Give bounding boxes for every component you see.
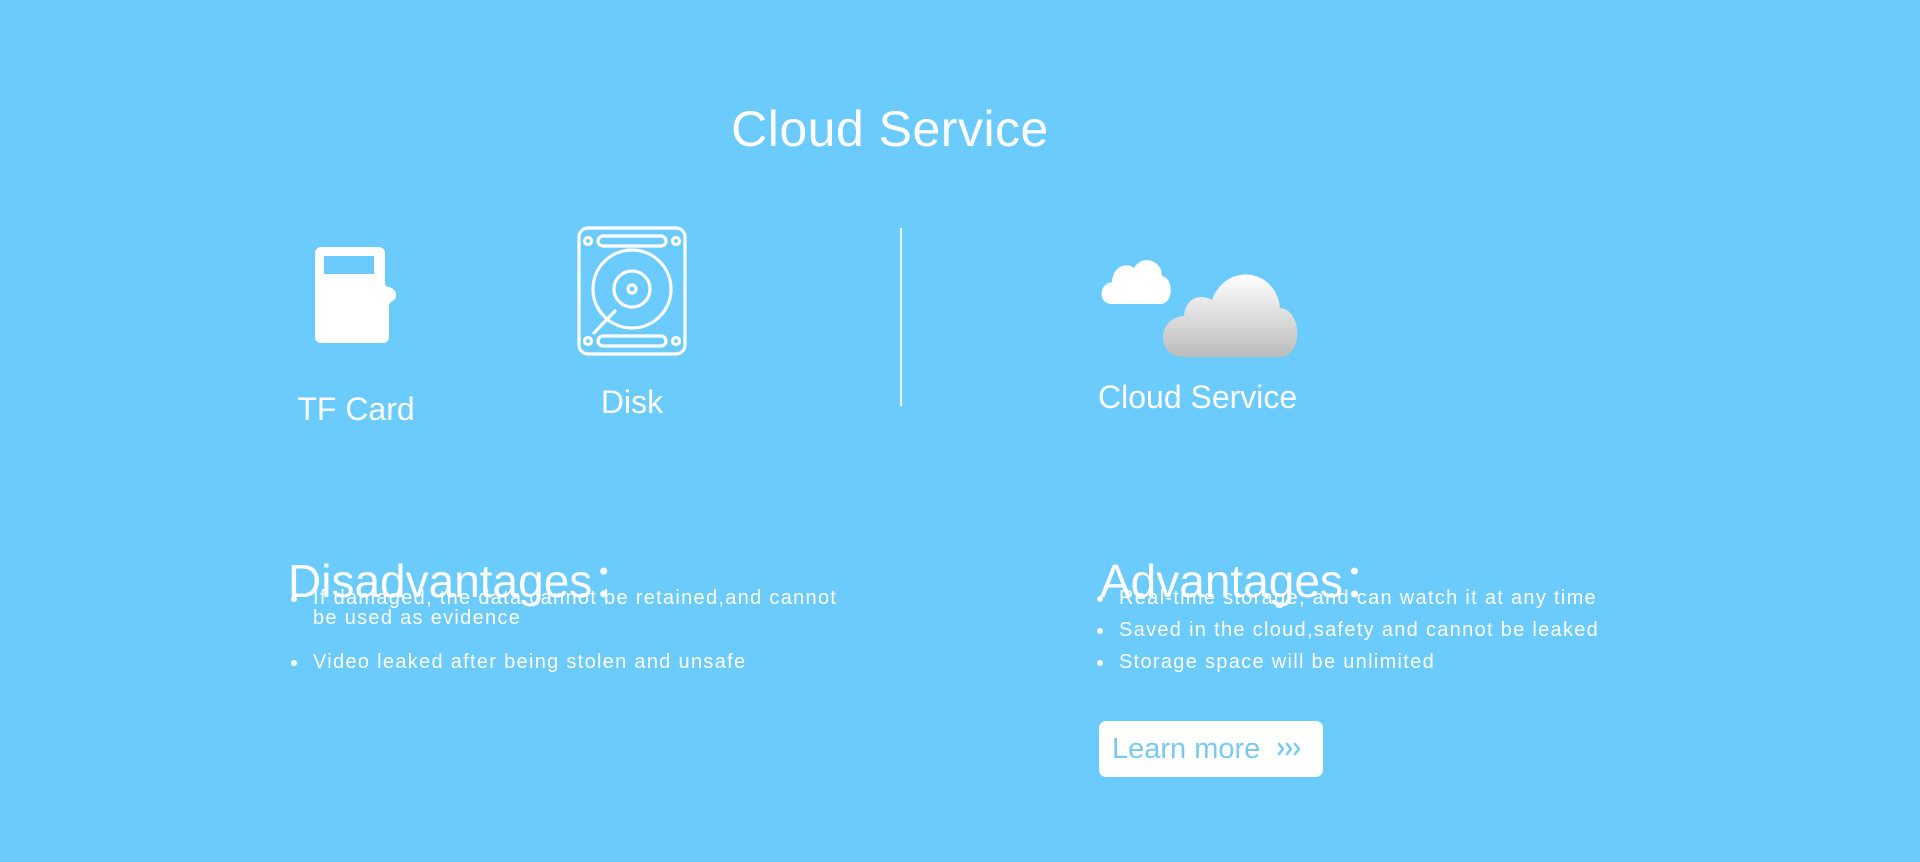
learn-more-label: Learn more	[1112, 732, 1261, 765]
disadvantages-list: If damaged, the data cannot be retained,…	[288, 588, 848, 672]
learn-more-button[interactable]: Learn more	[1099, 721, 1323, 777]
cloud-service-label: Cloud Service	[1098, 379, 1298, 415]
tf-card-label: TF Card	[297, 391, 415, 427]
cloud-icon	[1101, 260, 1298, 357]
disadvantage-item: If damaged, the data cannot be retained,…	[288, 588, 848, 628]
tf-card-option: TF Card	[288, 240, 424, 427]
disk-label: Disk	[600, 384, 664, 420]
section-divider	[900, 228, 902, 406]
advantages-list: Real-time storage, and can watch it at a…	[1094, 588, 1599, 672]
advantage-item: Storage space will be unlimited	[1094, 652, 1599, 672]
tf-card-icon	[315, 247, 396, 343]
advantage-item: Saved in the cloud,safety and cannot be …	[1094, 620, 1599, 640]
disk-option: Disk	[562, 226, 702, 420]
cloud-service-option: Cloud Service	[1098, 246, 1298, 415]
hard-disk-icon	[577, 226, 687, 356]
advantage-item: Real-time storage, and can watch it at a…	[1094, 588, 1599, 608]
disadvantage-item: Video leaked after being stolen and unsa…	[288, 652, 848, 672]
page-title: Cloud Service	[731, 100, 1049, 157]
triple-chevron-right-icon	[1277, 741, 1303, 757]
